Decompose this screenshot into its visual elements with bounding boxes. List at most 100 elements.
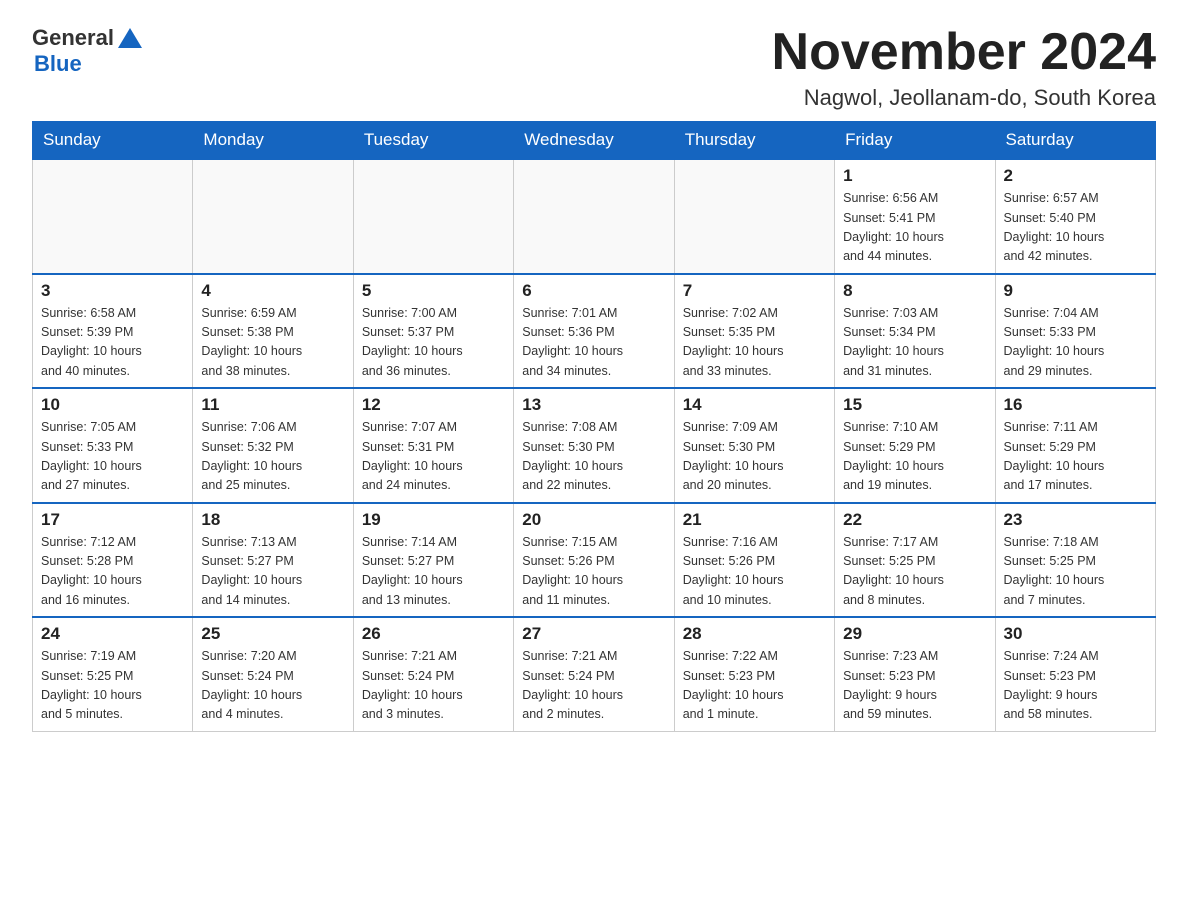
calendar-title: November 2024 — [772, 24, 1156, 81]
day-info: Sunrise: 7:05 AM Sunset: 5:33 PM Dayligh… — [41, 418, 184, 496]
calendar-cell: 18 Sunrise: 7:13 AM Sunset: 5:27 PM Dayli… — [193, 503, 353, 618]
calendar-cell: 22Sunrise: 7:17 AM Sunset: 5:25 PM Dayli… — [835, 503, 995, 618]
day-number: 22 — [843, 510, 986, 530]
day-number: 7 — [683, 281, 826, 301]
calendar-cell — [193, 159, 353, 274]
calendar-cell: 13 Sunrise: 7:08 AM Sunset: 5:30 PM Dayli… — [514, 388, 674, 503]
calendar-cell: 19Sunrise: 7:14 AM Sunset: 5:27 PM Dayli… — [353, 503, 513, 618]
day-info: Sunrise: 7:22 AM Sunset: 5:23 PM Dayligh… — [683, 647, 826, 725]
logo: General Blue — [32, 24, 148, 76]
day-number: 26 — [362, 624, 505, 644]
day-info: Sunrise: 6:56 AM Sunset: 5:41 PM Dayligh… — [843, 189, 986, 267]
day-info: Sunrise: 7:14 AM Sunset: 5:27 PM Dayligh… — [362, 533, 505, 611]
day-info: Sunrise: 7:13 AM Sunset: 5:27 PM Dayligh… — [201, 533, 344, 611]
day-info: Sunrise: 7:11 AM Sunset: 5:29 PM Dayligh… — [1004, 418, 1147, 496]
calendar-cell: 1 Sunrise: 6:56 AM Sunset: 5:41 PM Daylig… — [835, 159, 995, 274]
day-number: 24 — [41, 624, 184, 644]
title-block: November 2024 Nagwol, Jeollanam-do, Sout… — [772, 24, 1156, 111]
logo-blue-text: Blue — [32, 52, 148, 76]
weekday-header-saturday: Saturday — [995, 122, 1155, 160]
week-row-5: 24Sunrise: 7:19 AM Sunset: 5:25 PM Dayli… — [33, 617, 1156, 731]
day-number: 30 — [1004, 624, 1147, 644]
calendar-cell: 15 Sunrise: 7:10 AM Sunset: 5:29 PM Dayli… — [835, 388, 995, 503]
page-header: General Blue November 2024 Nagwol, Jeoll… — [32, 24, 1156, 111]
day-number: 15 — [843, 395, 986, 415]
day-number: 27 — [522, 624, 665, 644]
day-info: Sunrise: 7:20 AM Sunset: 5:24 PM Dayligh… — [201, 647, 344, 725]
calendar-subtitle: Nagwol, Jeollanam-do, South Korea — [772, 85, 1156, 111]
weekday-header-wednesday: Wednesday — [514, 122, 674, 160]
day-number: 17 — [41, 510, 184, 530]
calendar-cell: 30 Sunrise: 7:24 AM Sunset: 5:23 PM Dayli… — [995, 617, 1155, 731]
calendar-cell: 25 Sunrise: 7:20 AM Sunset: 5:24 PM Dayli… — [193, 617, 353, 731]
day-number: 6 — [522, 281, 665, 301]
calendar-cell: 28Sunrise: 7:22 AM Sunset: 5:23 PM Dayli… — [674, 617, 834, 731]
calendar-cell: 16 Sunrise: 7:11 AM Sunset: 5:29 PM Dayli… — [995, 388, 1155, 503]
calendar-cell: 8 Sunrise: 7:03 AM Sunset: 5:34 PM Daylig… — [835, 274, 995, 389]
day-info: Sunrise: 7:15 AM Sunset: 5:26 PM Dayligh… — [522, 533, 665, 611]
calendar-cell: 2Sunrise: 6:57 AM Sunset: 5:40 PM Daylig… — [995, 159, 1155, 274]
day-number: 13 — [522, 395, 665, 415]
day-info: Sunrise: 6:57 AM Sunset: 5:40 PM Dayligh… — [1004, 189, 1147, 267]
day-info: Sunrise: 6:58 AM Sunset: 5:39 PM Dayligh… — [41, 304, 184, 382]
day-info: Sunrise: 7:00 AM Sunset: 5:37 PM Dayligh… — [362, 304, 505, 382]
week-row-1: 1 Sunrise: 6:56 AM Sunset: 5:41 PM Daylig… — [33, 159, 1156, 274]
calendar-cell: 26 Sunrise: 7:21 AM Sunset: 5:24 PM Dayli… — [353, 617, 513, 731]
day-number: 18 — [201, 510, 344, 530]
calendar-cell: 23 Sunrise: 7:18 AM Sunset: 5:25 PM Dayli… — [995, 503, 1155, 618]
week-row-3: 10 Sunrise: 7:05 AM Sunset: 5:33 PM Dayli… — [33, 388, 1156, 503]
logo-icon — [116, 24, 144, 52]
calendar-cell: 12 Sunrise: 7:07 AM Sunset: 5:31 PM Dayli… — [353, 388, 513, 503]
calendar-cell — [514, 159, 674, 274]
day-info: Sunrise: 7:18 AM Sunset: 5:25 PM Dayligh… — [1004, 533, 1147, 611]
weekday-header-monday: Monday — [193, 122, 353, 160]
weekday-header-sunday: Sunday — [33, 122, 193, 160]
calendar-cell: 10 Sunrise: 7:05 AM Sunset: 5:33 PM Dayli… — [33, 388, 193, 503]
day-info: Sunrise: 7:08 AM Sunset: 5:30 PM Dayligh… — [522, 418, 665, 496]
day-info: Sunrise: 7:10 AM Sunset: 5:29 PM Dayligh… — [843, 418, 986, 496]
week-row-2: 3Sunrise: 6:58 AM Sunset: 5:39 PM Daylig… — [33, 274, 1156, 389]
day-number: 10 — [41, 395, 184, 415]
day-info: Sunrise: 7:09 AM Sunset: 5:30 PM Dayligh… — [683, 418, 826, 496]
calendar-cell: 9Sunrise: 7:04 AM Sunset: 5:33 PM Daylig… — [995, 274, 1155, 389]
day-info: Sunrise: 7:16 AM Sunset: 5:26 PM Dayligh… — [683, 533, 826, 611]
calendar-cell — [353, 159, 513, 274]
day-info: Sunrise: 6:59 AM Sunset: 5:38 PM Dayligh… — [201, 304, 344, 382]
day-info: Sunrise: 7:07 AM Sunset: 5:31 PM Dayligh… — [362, 418, 505, 496]
day-info: Sunrise: 7:12 AM Sunset: 5:28 PM Dayligh… — [41, 533, 184, 611]
calendar-cell: 11 Sunrise: 7:06 AM Sunset: 5:32 PM Dayli… — [193, 388, 353, 503]
logo-general-text: General — [32, 26, 114, 50]
calendar-cell: 5 Sunrise: 7:00 AM Sunset: 5:37 PM Daylig… — [353, 274, 513, 389]
day-info: Sunrise: 7:06 AM Sunset: 5:32 PM Dayligh… — [201, 418, 344, 496]
calendar-cell — [674, 159, 834, 274]
week-row-4: 17 Sunrise: 7:12 AM Sunset: 5:28 PM Dayli… — [33, 503, 1156, 618]
day-number: 8 — [843, 281, 986, 301]
calendar-cell: 27 Sunrise: 7:21 AM Sunset: 5:24 PM Dayli… — [514, 617, 674, 731]
day-number: 20 — [522, 510, 665, 530]
calendar-cell: 14 Sunrise: 7:09 AM Sunset: 5:30 PM Dayli… — [674, 388, 834, 503]
day-number: 21 — [683, 510, 826, 530]
day-info: Sunrise: 7:21 AM Sunset: 5:24 PM Dayligh… — [362, 647, 505, 725]
day-info: Sunrise: 7:03 AM Sunset: 5:34 PM Dayligh… — [843, 304, 986, 382]
weekday-header-row: SundayMondayTuesdayWednesdayThursdayFrid… — [33, 122, 1156, 160]
day-number: 1 — [843, 166, 986, 186]
day-number: 23 — [1004, 510, 1147, 530]
day-number: 4 — [201, 281, 344, 301]
calendar-cell: 4 Sunrise: 6:59 AM Sunset: 5:38 PM Daylig… — [193, 274, 353, 389]
day-number: 5 — [362, 281, 505, 301]
calendar-table: SundayMondayTuesdayWednesdayThursdayFrid… — [32, 121, 1156, 732]
weekday-header-tuesday: Tuesday — [353, 122, 513, 160]
day-info: Sunrise: 7:21 AM Sunset: 5:24 PM Dayligh… — [522, 647, 665, 725]
calendar-cell: 17 Sunrise: 7:12 AM Sunset: 5:28 PM Dayli… — [33, 503, 193, 618]
calendar-cell: 7Sunrise: 7:02 AM Sunset: 5:35 PM Daylig… — [674, 274, 834, 389]
day-number: 12 — [362, 395, 505, 415]
calendar-cell: 6Sunrise: 7:01 AM Sunset: 5:36 PM Daylig… — [514, 274, 674, 389]
day-number: 29 — [843, 624, 986, 644]
day-number: 25 — [201, 624, 344, 644]
day-info: Sunrise: 7:24 AM Sunset: 5:23 PM Dayligh… — [1004, 647, 1147, 725]
day-number: 14 — [683, 395, 826, 415]
calendar-cell: 20 Sunrise: 7:15 AM Sunset: 5:26 PM Dayli… — [514, 503, 674, 618]
day-number: 16 — [1004, 395, 1147, 415]
day-number: 11 — [201, 395, 344, 415]
day-info: Sunrise: 7:04 AM Sunset: 5:33 PM Dayligh… — [1004, 304, 1147, 382]
